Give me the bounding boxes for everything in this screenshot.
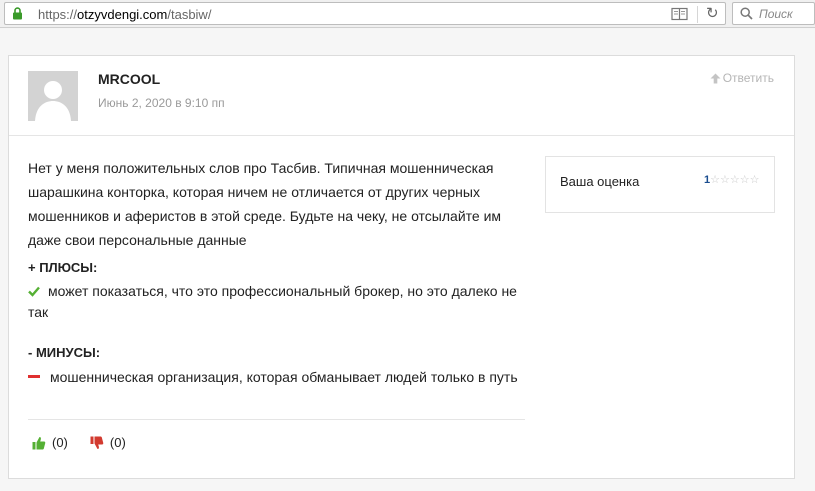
- minus-icon: [28, 375, 40, 378]
- like-count: (0): [52, 435, 68, 450]
- url-scheme: https://: [38, 7, 78, 22]
- check-icon: [28, 286, 40, 297]
- star-icon[interactable]: ☆: [750, 174, 760, 186]
- thumbs-down-icon: [90, 436, 104, 449]
- cons-title: - МИНУСЫ:: [28, 345, 101, 360]
- like-button[interactable]: (0): [32, 435, 68, 450]
- pros-text: может показаться, что это профессиональн…: [28, 283, 517, 320]
- pros-item: может показаться, что это профессиональн…: [28, 281, 518, 323]
- address-bar[interactable]: https://otzyvdengi.com/tasbiw/ ↻: [4, 2, 726, 25]
- vote-bar: (0) (0): [32, 435, 148, 450]
- reply-label: Ответить: [722, 71, 774, 85]
- cons-text: мошенническая организация, которая обман…: [50, 369, 518, 385]
- pros-title: + ПЛЮСЫ:: [28, 260, 98, 275]
- url-separator: [697, 6, 698, 23]
- star-icon[interactable]: ☆: [720, 174, 730, 186]
- review-text: Нет у меня положительных слов про Тасбив…: [28, 160, 502, 248]
- reload-icon[interactable]: ↻: [706, 6, 719, 22]
- lock-icon: [13, 7, 22, 20]
- dislike-count: (0): [109, 435, 126, 450]
- rating-label: Ваша оценка: [560, 174, 640, 189]
- thumbs-up-icon: [32, 436, 46, 449]
- rating-box: Ваша оценка 1☆☆☆☆☆: [545, 156, 775, 213]
- search-icon: [740, 7, 753, 20]
- star-icon[interactable]: ☆: [740, 174, 750, 186]
- browser-toolbar: https://otzyvdengi.com/tasbiw/ ↻ Поиск: [0, 0, 815, 28]
- cons-item: мошенническая организация, которая обман…: [28, 367, 518, 388]
- reader-view-icon[interactable]: [671, 7, 688, 21]
- star-icon[interactable]: ☆: [710, 174, 720, 186]
- star-icon[interactable]: ☆: [730, 174, 740, 186]
- review-card: MRCOOL Июнь 2, 2020 в 9:10 пп Ответить Н…: [8, 55, 795, 479]
- search-placeholder: Поиск: [759, 7, 793, 21]
- arrow-up-icon: [710, 73, 721, 83]
- reply-button[interactable]: Ответить: [710, 71, 774, 85]
- search-box[interactable]: Поиск: [732, 2, 815, 25]
- user-placeholder-icon: [35, 81, 71, 121]
- divider: [28, 419, 525, 420]
- url-text: https://otzyvdengi.com/tasbiw/: [38, 7, 211, 22]
- author-name[interactable]: MRCOOL: [98, 71, 160, 87]
- rating-stars[interactable]: 1☆☆☆☆☆: [704, 173, 760, 186]
- dislike-button[interactable]: (0): [90, 435, 126, 450]
- review-date: Июнь 2, 2020 в 9:10 пп: [98, 96, 225, 110]
- avatar: [28, 71, 78, 121]
- review-header: MRCOOL Июнь 2, 2020 в 9:10 пп Ответить: [9, 56, 794, 136]
- url-domain: otzyvdengi.com: [77, 7, 168, 22]
- url-path: /tasbiw/: [167, 7, 212, 22]
